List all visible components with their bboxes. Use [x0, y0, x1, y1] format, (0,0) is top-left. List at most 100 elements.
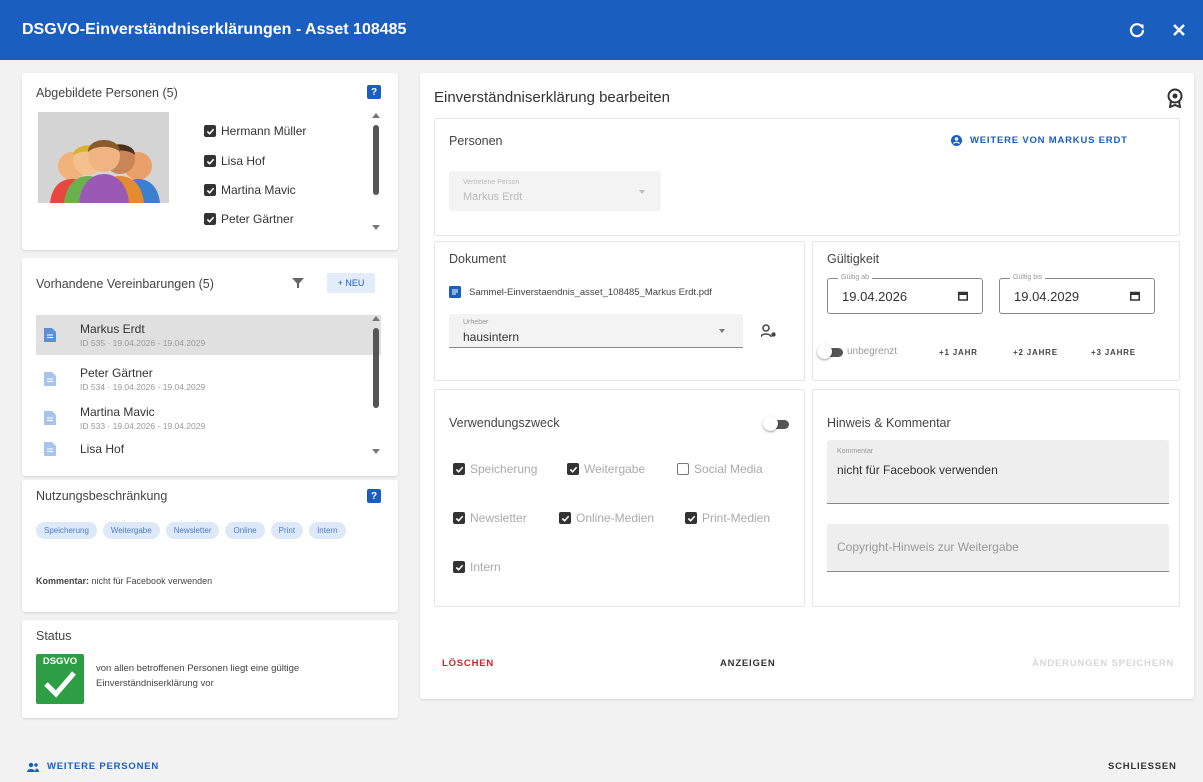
author-value: hausintern [463, 330, 520, 344]
status-text: von allen betroffenen Personen liegt ein… [96, 663, 300, 689]
restriction-chip: Speicherung [36, 522, 97, 539]
scroll-down-icon[interactable] [372, 225, 380, 230]
more-persons-button[interactable]: WEITERE PERSONEN [27, 761, 159, 772]
person-label: Lisa Hof [221, 154, 266, 168]
filter-icon[interactable] [292, 277, 304, 289]
person-settings-icon[interactable] [761, 324, 777, 338]
represented-person-label: Vertretene Person [463, 179, 520, 186]
refresh-button[interactable] [1125, 18, 1149, 42]
comment-label: Kommentar [837, 448, 874, 455]
checkbox-checked-icon[interactable] [685, 512, 697, 524]
scroll-thumb[interactable] [373, 328, 379, 408]
unlimited-label: unbegrenzt [847, 346, 898, 357]
checkbox-checked-icon[interactable] [453, 463, 465, 475]
checkbox-checked-icon[interactable] [204, 184, 216, 196]
represented-person-select[interactable]: Vertretene Person Markus Erdt [449, 171, 661, 211]
show-button[interactable]: ANZEIGEN [720, 658, 776, 669]
checkbox-checked-icon[interactable] [204, 125, 216, 137]
new-agreement-button[interactable]: + NEU [327, 273, 375, 293]
document-file-name: Sammel-Einverstaendnis_asset_108485_Mark… [469, 286, 712, 298]
close-window-button[interactable] [1167, 18, 1191, 42]
checkbox-checked-icon[interactable] [567, 463, 579, 475]
restriction-comment-text: nicht für Facebook verwenden [91, 576, 213, 586]
checkbox-checked-icon[interactable] [204, 213, 216, 225]
purpose-section-title: Verwendungszweck [449, 416, 560, 430]
scroll-up-icon[interactable] [372, 113, 380, 118]
document-section-title: Dokument [449, 252, 506, 266]
restriction-panel: Nutzungsbeschränkung ? Speicherung Weiter… [22, 480, 398, 612]
person-row[interactable]: Peter Gärtner [204, 212, 294, 226]
persons-image [38, 112, 169, 203]
valid-to-field[interactable]: Gültig bis 19.04.2029 [999, 274, 1155, 314]
checkbox-checked-icon[interactable] [453, 512, 465, 524]
add-1-year-button[interactable]: +1 JAHR [939, 348, 978, 357]
purpose-option[interactable]: Speicherung [453, 462, 537, 476]
save-changes-button[interactable]: ÄNDERUNGEN SPEICHERN [1032, 658, 1174, 669]
checkbox-unchecked-icon[interactable] [677, 463, 689, 475]
calendar-icon[interactable] [958, 291, 968, 301]
persons-help-icon[interactable]: ? [367, 85, 381, 99]
agreement-name: Markus Erdt [80, 322, 145, 336]
document-icon [44, 411, 56, 425]
group-icon [27, 762, 39, 772]
copyright-field[interactable]: Copyright-Hinweis zur Weitergabe [827, 524, 1169, 572]
editor-panel: Einverständniserklärung bearbeiten Perso… [420, 73, 1194, 699]
delete-button[interactable]: LÖSCHEN [442, 658, 494, 669]
checkbox-checked-icon[interactable] [559, 512, 571, 524]
award-icon[interactable] [1166, 88, 1184, 108]
add-2-years-button[interactable]: +2 JAHRE [1013, 348, 1058, 357]
add-3-years-button[interactable]: +3 JAHRE [1091, 348, 1136, 357]
restriction-chip: Intern [309, 522, 346, 539]
purpose-option[interactable]: Intern [453, 560, 501, 574]
document-icon [44, 328, 56, 342]
author-select[interactable]: Urheber hausintern [449, 314, 743, 348]
agreements-panel: Vorhandene Vereinbarungen (5) + NEU Mark… [22, 258, 398, 476]
agreement-name: Lisa Hof [80, 442, 125, 456]
agreement-row[interactable]: Martina Mavic ID 533 · 19.04.2026 - 19.04… [36, 398, 381, 438]
more-from-person-button[interactable]: WEITERE VON MARKUS ERDT [951, 135, 1128, 146]
agreement-row[interactable]: Peter Gärtner ID 534 · 19.04.2026 - 19.04… [36, 359, 381, 399]
document-icon [44, 372, 56, 386]
purpose-option[interactable]: Weitergabe [567, 462, 645, 476]
person-label: Hermann Müller [221, 124, 307, 138]
restriction-chip: Newsletter [165, 522, 220, 539]
purpose-toggle[interactable] [763, 416, 791, 431]
agreements-scrollbar[interactable] [372, 316, 380, 456]
comment-field[interactable]: Kommentar nicht für Facebook verwenden [827, 440, 1169, 504]
restriction-help-icon[interactable]: ? [367, 489, 381, 503]
agreement-row-selected[interactable]: Markus Erdt ID 535 · 19.04.2026 - 19.04.2… [36, 315, 381, 355]
purpose-option[interactable]: Online-Medien [559, 511, 654, 525]
scroll-thumb[interactable] [373, 125, 379, 195]
checkbox-checked-icon[interactable] [453, 561, 465, 573]
status-panel-title: Status [36, 629, 72, 643]
agreement-meta: ID 534 · 19.04.2026 - 19.04.2029 [80, 382, 206, 392]
purpose-option[interactable]: Newsletter [453, 511, 527, 525]
restriction-chip: Online [225, 522, 265, 539]
restriction-panel-title: Nutzungsbeschränkung [36, 489, 168, 503]
persons-scrollbar[interactable] [372, 113, 380, 233]
refresh-icon [1129, 23, 1145, 38]
scroll-up-icon[interactable] [372, 316, 380, 321]
purpose-label: Online-Medien [576, 511, 655, 525]
calendar-icon[interactable] [1130, 291, 1140, 301]
agreements-panel-title: Vorhandene Vereinbarungen (5) [36, 277, 214, 291]
checkbox-checked-icon[interactable] [204, 155, 216, 167]
person-row[interactable]: Lisa Hof [204, 154, 265, 168]
person-row[interactable]: Martina Mavic [204, 183, 296, 197]
agreement-row[interactable]: Lisa Hof [36, 434, 381, 464]
purpose-option[interactable]: Social Media [677, 462, 763, 476]
valid-from-field[interactable]: Gültig ab 19.04.2026 [827, 274, 983, 314]
unlimited-toggle[interactable] [817, 344, 845, 359]
scroll-down-icon[interactable] [372, 449, 380, 454]
validity-section-title: Gültigkeit [827, 252, 880, 266]
close-button[interactable]: SCHLIESSEN [1108, 761, 1177, 772]
purpose-option[interactable]: Print-Medien [685, 511, 770, 525]
close-icon [1173, 24, 1185, 36]
purpose-label: Newsletter [470, 511, 527, 525]
more-from-person-label: WEITERE VON MARKUS ERDT [970, 135, 1128, 146]
person-row[interactable]: Hermann Müller [204, 124, 306, 138]
window-title: DSGVO-Einverständniserklärungen - Asset … [22, 21, 407, 38]
valid-to-value: 19.04.2029 [1014, 288, 1080, 304]
document-file-link[interactable]: Sammel-Einverstaendnis_asset_108485_Mark… [449, 286, 712, 298]
persons-section-title: Personen [449, 134, 503, 148]
